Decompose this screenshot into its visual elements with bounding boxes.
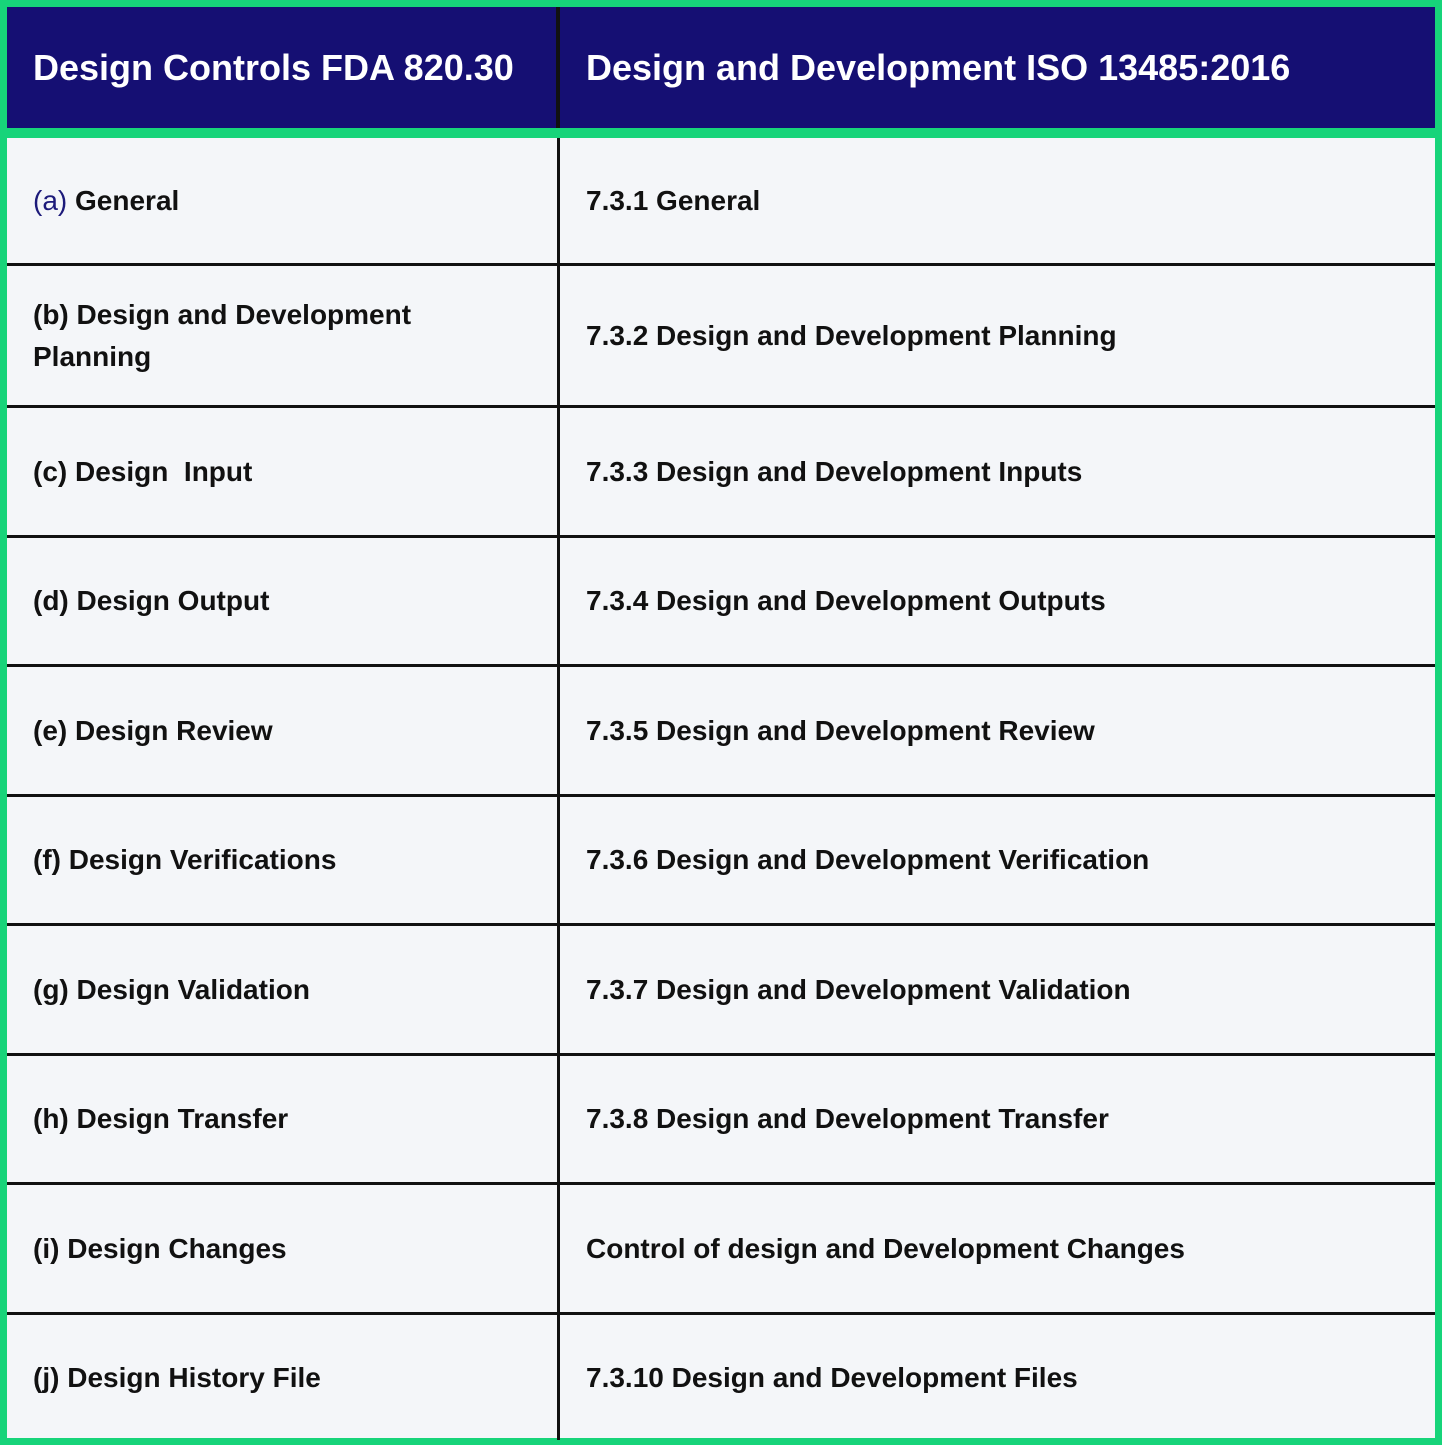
fda-cell: (b) Design and Development Planning [7, 266, 560, 405]
fda-cell: (c) Design Input [7, 408, 560, 535]
fda-prefix: (j) [33, 1361, 60, 1393]
table-row: (i) Design Changes Control of design and… [7, 1185, 1435, 1315]
table-row: (d) Design Output 7.3.4 Design and Devel… [7, 538, 1435, 667]
fda-cell: (f) Design Verifications [7, 797, 560, 923]
fda-label: Design Changes [59, 1232, 287, 1264]
iso-cell: 7.3.4 Design and Development Outputs [586, 585, 1106, 616]
iso-cell: 7.3.7 Design and Development Validation [586, 973, 1131, 1005]
fda-prefix: (d) [33, 585, 69, 616]
iso-cell: 7.3.1 General [586, 184, 761, 216]
table-row: (b) Design and Development Planning 7.3.… [7, 266, 1435, 408]
fda-label: Design History File [59, 1361, 321, 1393]
fda-cell: (h) Design Transfer [7, 1056, 560, 1182]
fda-prefix: (h) [33, 1103, 69, 1134]
fda-prefix: (a) [33, 184, 68, 216]
fda-prefix: (c) [33, 455, 68, 487]
table-row: (f) Design Verifications 7.3.6 Design an… [7, 797, 1435, 926]
fda-cell: (a) General [7, 138, 560, 263]
table-row: (a) General 7.3.1 General [7, 138, 1435, 266]
iso-cell: 7.3.8 Design and Development Transfer [586, 1103, 1109, 1134]
fda-prefix: (e) [33, 714, 68, 746]
fda-cell: (j) Design History File [7, 1315, 560, 1440]
fda-label: Design Validation [68, 973, 310, 1005]
fda-prefix: (g) [33, 973, 69, 1005]
fda-prefix: (i) [33, 1232, 60, 1264]
table-row: (e) Design Review 7.3.5 Design and Devel… [7, 667, 1435, 797]
header-iso: Design and Development ISO 13485:2016 [586, 46, 1291, 88]
table-row: (c) Design Input 7.3.3 Design and Develo… [7, 408, 1435, 538]
table-row: (h) Design Transfer 7.3.8 Design and Dev… [7, 1056, 1435, 1185]
header-fda: Design Controls FDA 820.30 [7, 7, 560, 128]
iso-cell: 7.3.6 Design and Development Verificatio… [586, 844, 1150, 875]
fda-label: Design Output [68, 585, 270, 616]
iso-cell: 7.3.5 Design and Development Review [586, 714, 1095, 746]
fda-cell: (d) Design Output [7, 538, 560, 664]
table-row: (j) Design History File 7.3.10 Design an… [7, 1315, 1435, 1440]
table-header: Design Controls FDA 820.30 Design and De… [7, 7, 1435, 138]
fda-prefix: (b) [33, 298, 69, 330]
fda-prefix: (f) [33, 844, 61, 875]
fda-cell: (i) Design Changes [7, 1185, 560, 1312]
comparison-table: Design Controls FDA 820.30 Design and De… [0, 0, 1442, 1445]
iso-cell: 7.3.3 Design and Development Inputs [586, 455, 1083, 487]
fda-label: Design Verifications [60, 844, 337, 875]
fda-label: Design Input [67, 455, 253, 487]
fda-label: General [67, 184, 180, 216]
table-body: (a) General 7.3.1 General (b) Design and… [7, 138, 1435, 1440]
fda-cell: (e) Design Review [7, 667, 560, 794]
fda-label: Design and Development Planning [33, 298, 419, 372]
fda-cell: (g) Design Validation [7, 926, 560, 1053]
iso-cell: 7.3.2 Design and Development Planning [586, 319, 1117, 351]
iso-cell: 7.3.10 Design and Development Files [586, 1361, 1078, 1393]
fda-label: Design Transfer [68, 1103, 289, 1134]
iso-cell: Control of design and Development Change… [586, 1232, 1185, 1264]
fda-label: Design Review [67, 714, 273, 746]
table-row: (g) Design Validation 7.3.7 Design and D… [7, 926, 1435, 1056]
